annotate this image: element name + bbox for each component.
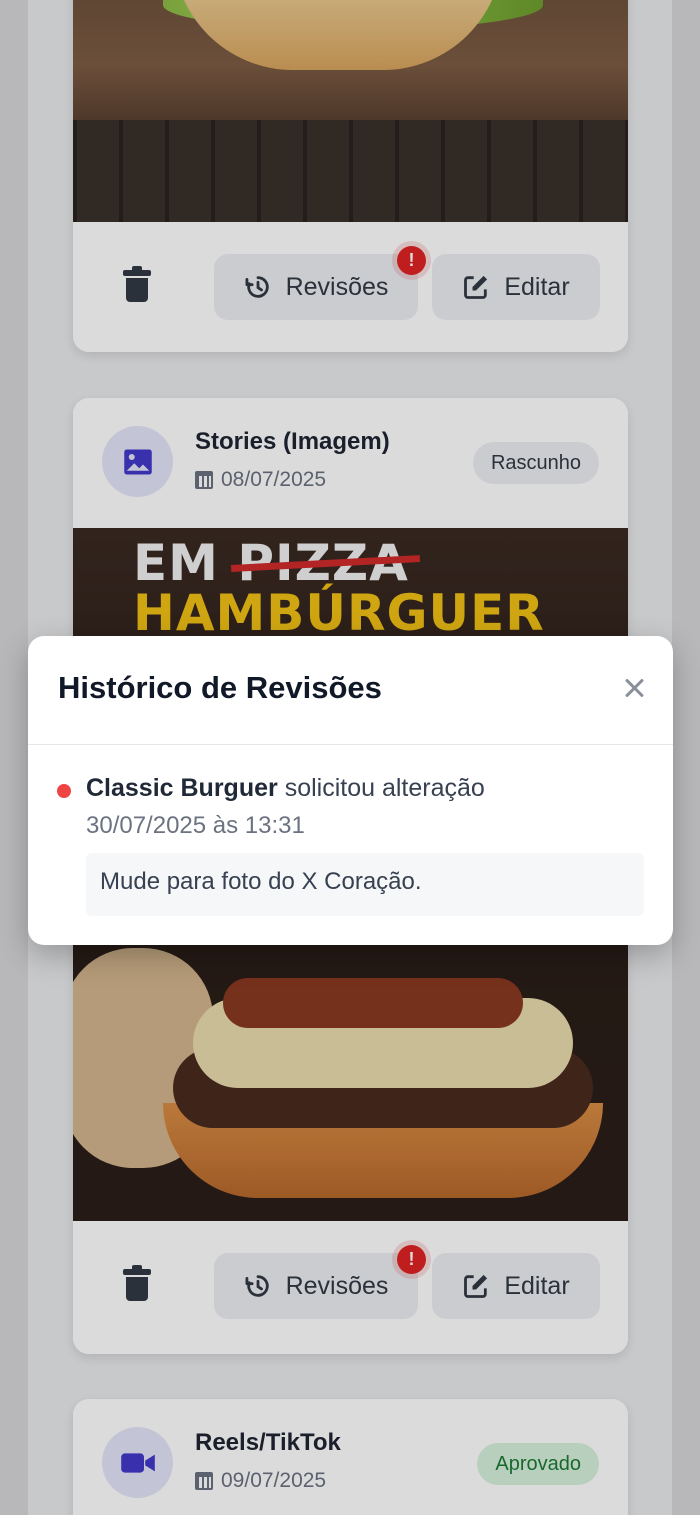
revision-client-name: Classic Burguer [86,774,278,802]
revision-comment: Mude para foto do X Coração. [86,853,644,916]
revision-entry-summary: Classic Burguer solicitou alteração [86,774,485,803]
modal-title: Histórico de Revisões [58,670,382,705]
revision-timestamp: 30/07/2025 às 13:31 [86,812,305,839]
modal-divider [28,744,673,745]
revision-status-dot [57,784,71,798]
revision-history-modal: Histórico de Revisões Classic Burguer so… [28,636,673,945]
revision-action: solicitou alteração [284,774,485,802]
close-icon[interactable] [622,676,648,702]
